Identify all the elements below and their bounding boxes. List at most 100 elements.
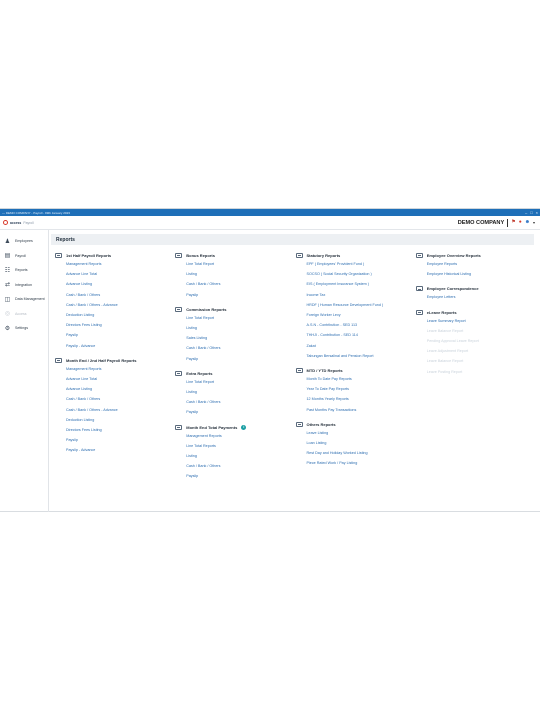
report-link[interactable]: Payslip [66,435,171,445]
report-group-header: Employee Overview Reports [415,252,532,259]
report-link[interactable]: Rest Day and Holiday Worked Listing [307,448,412,458]
report-link[interactable]: Cash / Bank / Others [186,461,291,471]
access-icon: ◎ [4,311,11,318]
report-link[interactable]: Employee Reports [427,259,532,269]
report-link[interactable]: Loan Listing [307,438,412,448]
report-link[interactable]: Deduction Listing [66,310,171,320]
report-link[interactable]: Advance Line Total [66,374,171,384]
sidebar-item-payroll[interactable]: ▤ Payroll [0,249,48,264]
report-link[interactable]: A.S.N - Contribution - SED 113 [307,320,412,330]
report-link[interactable]: Payslip [186,354,291,364]
chevron-down-icon[interactable]: ▾ [533,220,535,225]
report-link[interactable]: Payslip - Advance [66,341,171,351]
sidebar-item-label: Settings [15,326,28,331]
report-link[interactable]: Advance Line Total [66,269,171,279]
sidebar-item-label: Access [15,311,27,316]
report-link[interactable]: Directors Fees Listing [66,320,171,330]
report-group-header: Extra Reports [175,370,291,377]
report-folder-icon [175,306,183,312]
report-link[interactable]: Deduction Listing [66,415,171,425]
report-link[interactable]: 12 Months Yearly Reports [307,394,412,404]
report-link[interactable]: Piece Rated Work / Pay Listing [307,458,412,468]
sidebar-item-access: ◎ Access [0,307,48,322]
report-link[interactable]: Past Months Pay Transactions [307,405,412,415]
report-link[interactable]: Listing [186,323,291,333]
report-link[interactable]: Year To Date Pay Reports [307,384,412,394]
bookmark-icon[interactable]: ⚑ [511,220,515,225]
report-link[interactable]: Cash / Bank / Others [186,397,291,407]
report-link[interactable]: Management Reports [186,431,291,441]
data-management-icon: ◫ [4,296,11,303]
sidebar-item-employees[interactable]: ♟ Employees [0,234,48,249]
logo: access Payroll [3,220,34,225]
sidebar-item-data-management[interactable]: ◫ Data Management [0,292,48,307]
report-folder-icon [175,253,183,258]
report-link[interactable]: Line Total Report [186,259,291,269]
report-link[interactable]: Cash / Bank / Others [186,279,291,289]
report-link[interactable]: EIS ( Employment Insurance System ) [307,279,412,289]
title-bar: — DEMO COMPANY - Payroll - 99th January … [0,209,540,216]
report-columns: 1st Half Payroll Reports Management Repor… [55,252,536,488]
report-link[interactable]: Month To Date Pay Reports [307,374,412,384]
report-link[interactable]: Cash / Bank / Others [66,290,171,300]
report-link[interactable]: Line Total Report [186,377,291,387]
report-group-title: Commission Reports [186,306,227,312]
report-link[interactable]: Sales Listing [186,333,291,343]
report-link[interactable]: Listing [186,269,291,279]
report-link[interactable]: Employee Letters [427,292,532,302]
report-link[interactable]: Cash / Bank / Others - Advance [66,300,171,310]
report-link[interactable]: Cash / Bank / Others [186,343,291,353]
report-link[interactable]: Advance Listing [66,384,171,394]
report-group-mtd-ytd-reports: MTD / YTD Reports Month To Date Pay Repor… [295,367,412,415]
report-link[interactable]: Listing [186,451,291,461]
report-link: Leave Adjustment Report [426,349,469,354]
report-group-bonus-reports: Bonus Reports Line Total Report Listing Cas… [175,252,291,300]
report-link[interactable]: THHJI - Contribution - SED 114 [307,330,412,340]
report-link[interactable]: Advance Listing [66,279,171,289]
report-group-title: Others Reports [306,421,336,427]
report-folder-icon [55,253,62,258]
report-link[interactable]: Payslip - Advance [66,445,171,455]
notification-icon[interactable]: ● [519,220,522,225]
report-link[interactable]: HRDF ( Human Resource Development Fund ) [307,300,412,310]
report-group-header: Month End Total Payments i [175,424,291,431]
report-link[interactable]: Payslip [186,407,291,417]
report-link[interactable]: Management Reports [66,364,171,374]
report-link[interactable]: Directors Fees Listing [66,425,171,435]
report-link[interactable]: Payslip [186,290,291,300]
report-link[interactable]: EPF ( Employees' Provident Fund ) [307,259,412,269]
report-link[interactable]: Line Total Reports [186,441,291,451]
report-link[interactable]: Foreign Worker Levy [307,310,412,320]
sidebar-item-settings[interactable]: ⚙ Settings [0,321,48,336]
info-icon[interactable]: i [241,424,247,430]
report-link[interactable]: Payslip [66,330,171,340]
report-link[interactable]: Payslip [186,471,291,481]
report-link[interactable]: Cash / Bank / Others [66,394,171,404]
report-link: Leave Balance Report [426,359,464,364]
report-link[interactable]: Line Total Report [186,313,291,323]
report-link[interactable]: Leave Summary Report [427,316,532,326]
report-link[interactable]: Zakat [307,341,412,351]
sidebar-item-reports[interactable]: ☷ Reports [0,263,48,278]
report-group-header: Commission Reports [175,306,291,313]
sidebar-item-integration[interactable]: ⇄ Integration [0,278,48,293]
report-group-title: Employee Overview Reports [426,253,481,258]
report-group-title: Statutory Reports [306,253,341,258]
maximize-icon[interactable]: □ [530,210,532,215]
close-icon[interactable]: × [536,210,538,215]
user-avatar-icon[interactable]: ☻ [525,220,530,225]
report-group-title: 1st Half Payroll Reports [66,253,112,258]
report-link[interactable]: Management Reports [66,259,171,269]
report-link[interactable]: Cash / Bank / Others - Advance [66,405,171,415]
report-group-title: MTD / YTD Reports [306,368,343,374]
report-link[interactable]: Income Tax [307,290,412,300]
report-link[interactable]: Leave Listing [307,428,412,438]
minimize-icon[interactable]: – [525,210,527,215]
report-column: Statutory Reports EPF ( Employees' Provid… [295,252,416,488]
company-name[interactable]: DEMO COMPANY [458,220,505,226]
report-link[interactable]: Tabungan Bersalinal and Pension Report [307,351,412,361]
report-link[interactable]: SOCSO ( Social Security Organization ) [307,269,412,279]
report-link[interactable]: Listing [186,387,291,397]
logo-brand: access [10,220,22,225]
report-link[interactable]: Employee Historical Listing [427,269,532,279]
